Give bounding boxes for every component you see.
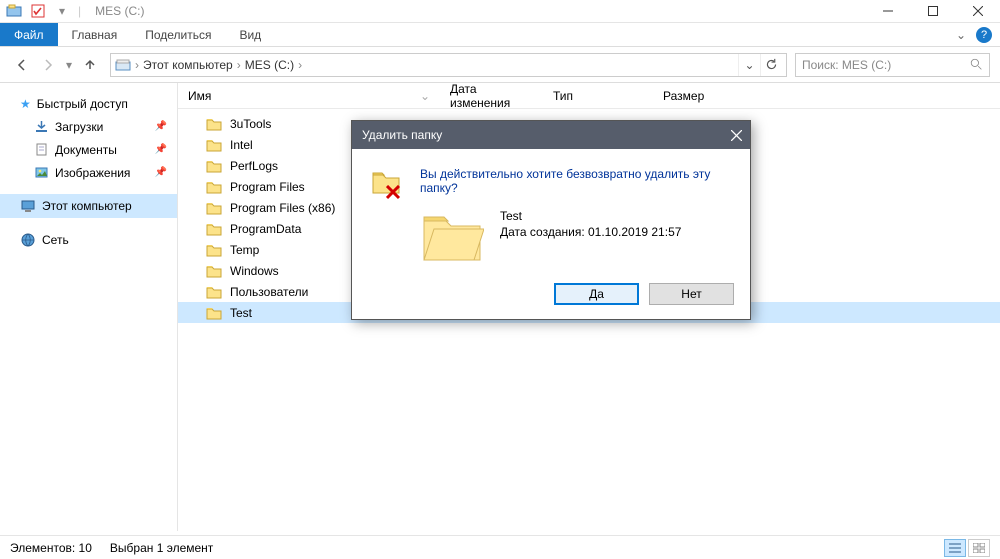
folder-icon <box>206 285 222 299</box>
dialog-no-button[interactable]: Нет <box>649 283 734 305</box>
chevron-right-icon[interactable]: › <box>135 58 139 72</box>
sidebar-thispc[interactable]: Этот компьютер <box>0 194 177 218</box>
status-selection: Выбран 1 элемент <box>110 541 213 555</box>
folder-icon <box>206 306 222 320</box>
folder-icon <box>206 180 222 194</box>
dialog-close-button[interactable] <box>722 121 750 149</box>
statusbar: Элементов: 10 Выбран 1 элемент <box>0 535 1000 559</box>
sidebar-item-label: Изображения <box>55 166 130 180</box>
view-details-button[interactable] <box>944 539 966 557</box>
close-button[interactable] <box>955 0 1000 23</box>
ribbon-tab-home[interactable]: Главная <box>58 23 132 46</box>
sidebar-item-label: Этот компьютер <box>42 199 132 213</box>
dialog-title: Удалить папку <box>362 128 442 142</box>
file-name: PerfLogs <box>230 159 278 173</box>
star-icon: ★ <box>20 97 31 111</box>
drive-icon <box>115 57 131 73</box>
sidebar-quick-access[interactable]: ★ Быстрый доступ <box>0 93 177 115</box>
sidebar-item-downloads[interactable]: Загрузки 📌 <box>0 115 177 138</box>
col-name[interactable]: Имя⌄ <box>178 89 440 103</box>
ribbon-tab-view[interactable]: Вид <box>225 23 275 46</box>
dialog-item-icon <box>420 209 484 265</box>
sidebar-network[interactable]: Сеть <box>0 228 177 252</box>
folder-icon <box>206 222 222 236</box>
sidebar-item-label: Документы <box>55 143 117 157</box>
chevron-right-icon[interactable]: › <box>298 58 302 72</box>
folder-icon <box>206 264 222 278</box>
folder-icon <box>206 138 222 152</box>
chevron-right-icon[interactable]: › <box>237 58 241 72</box>
titlebar: ▾ | MES (C:) <box>0 0 1000 23</box>
file-name: Intel <box>230 138 253 152</box>
file-name: 3uTools <box>230 117 271 131</box>
computer-icon <box>20 198 36 214</box>
network-icon <box>20 232 36 248</box>
file-name: ProgramData <box>230 222 301 236</box>
search-placeholder: Поиск: MES (C:) <box>802 58 891 72</box>
dialog-item-name: Test <box>500 209 681 223</box>
folder-icon <box>206 243 222 257</box>
dialog-item-meta: Дата создания: 01.10.2019 21:57 <box>500 225 681 239</box>
qat-properties-icon[interactable] <box>30 3 46 19</box>
col-size[interactable]: Размер <box>653 89 733 103</box>
sidebar-item-label: Загрузки <box>55 120 103 134</box>
folder-icon <box>206 117 222 131</box>
sidebar: ★ Быстрый доступ Загрузки 📌 Документы 📌 … <box>0 83 178 531</box>
pin-icon: 📌 <box>155 167 167 178</box>
pin-icon: 📌 <box>155 144 167 155</box>
recent-dropdown[interactable]: ▾ <box>62 53 76 77</box>
folder-icon <box>206 201 222 215</box>
search-icon <box>970 58 983 71</box>
col-date[interactable]: Дата изменения <box>440 82 543 110</box>
pictures-icon <box>34 165 49 180</box>
file-name: Temp <box>230 243 259 257</box>
sidebar-label: Быстрый доступ <box>37 97 128 111</box>
documents-icon <box>34 142 49 157</box>
sidebar-item-pictures[interactable]: Изображения 📌 <box>0 161 177 184</box>
file-name: Program Files <box>230 180 305 194</box>
back-button[interactable] <box>10 53 34 77</box>
maximize-button[interactable] <box>910 0 955 23</box>
address-bar[interactable]: › Этот компьютер › MES (C:) › ⌄ <box>110 53 787 77</box>
ribbon-tab-share[interactable]: Поделиться <box>131 23 225 46</box>
ribbon-expand-icon[interactable]: ⌄ <box>956 28 966 42</box>
delete-dialog: Удалить папку Вы действительно хотите бе… <box>351 120 751 320</box>
window-title: MES (C:) <box>95 4 144 18</box>
status-count: Элементов: 10 <box>10 541 92 555</box>
forward-button[interactable] <box>36 53 60 77</box>
ribbon-file[interactable]: Файл <box>0 23 58 46</box>
search-input[interactable]: Поиск: MES (C:) <box>795 53 990 77</box>
navbar: ▾ › Этот компьютер › MES (C:) › ⌄ Поиск:… <box>0 47 1000 83</box>
crumb-drive[interactable]: MES (C:) <box>245 58 294 72</box>
dialog-question: Вы действительно хотите безвозвратно уда… <box>420 167 732 195</box>
folder-icon <box>206 159 222 173</box>
file-name: Windows <box>230 264 279 278</box>
sidebar-item-documents[interactable]: Документы 📌 <box>0 138 177 161</box>
up-button[interactable] <box>78 53 102 77</box>
dialog-yes-button[interactable]: Да <box>554 283 639 305</box>
file-name: Program Files (x86) <box>230 201 335 215</box>
qat-dropdown-icon[interactable]: ▾ <box>54 3 70 19</box>
delete-folder-icon <box>370 167 402 199</box>
view-icons-button[interactable] <box>968 539 990 557</box>
ribbon: Файл Главная Поделиться Вид ⌄ ? <box>0 23 1000 47</box>
app-icon <box>6 3 22 19</box>
file-name: Пользователи <box>230 285 308 299</box>
pin-icon: 📌 <box>155 121 167 132</box>
help-icon[interactable]: ? <box>976 27 992 43</box>
sort-indicator-icon: ⌄ <box>420 89 430 103</box>
address-dropdown-icon[interactable]: ⌄ <box>738 54 760 76</box>
refresh-icon[interactable] <box>760 54 782 76</box>
col-type[interactable]: Тип <box>543 89 653 103</box>
dialog-titlebar[interactable]: Удалить папку <box>352 121 750 149</box>
crumb-thispc[interactable]: Этот компьютер <box>143 58 233 72</box>
downloads-icon <box>34 119 49 134</box>
file-name: Test <box>230 306 252 320</box>
minimize-button[interactable] <box>865 0 910 23</box>
sidebar-item-label: Сеть <box>42 233 69 247</box>
column-headers: Имя⌄ Дата изменения Тип Размер <box>178 83 1000 109</box>
